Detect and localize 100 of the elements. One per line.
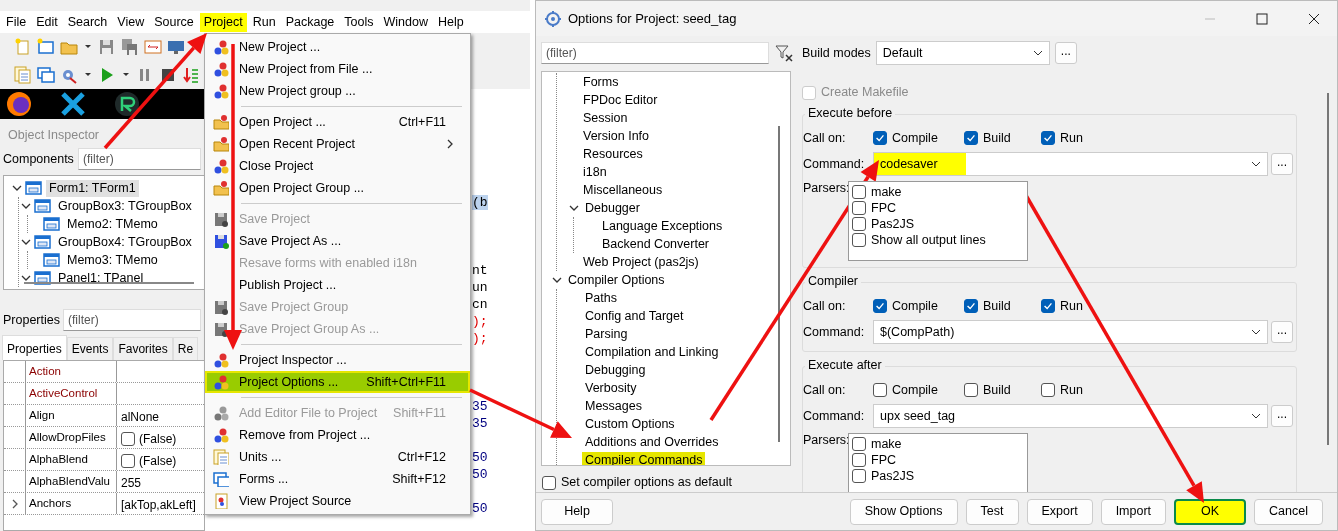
app-icon[interactable] bbox=[60, 91, 86, 117]
tree-item[interactable]: Messages bbox=[582, 397, 645, 415]
menu-item[interactable]: Project Inspector ... bbox=[205, 349, 470, 371]
caret-icon[interactable] bbox=[1251, 160, 1261, 168]
menu-item[interactable]: Units ... Ctrl+F12 bbox=[205, 446, 470, 468]
collapse-icon[interactable] bbox=[12, 183, 22, 193]
clear-filter-icon[interactable] bbox=[774, 43, 794, 63]
menu-item[interactable]: Close Project bbox=[205, 155, 470, 177]
checkbox[interactable] bbox=[542, 475, 556, 490]
help-button[interactable]: Help bbox=[541, 498, 613, 525]
tree-item[interactable]: Parsing bbox=[582, 325, 631, 343]
checkbox[interactable] bbox=[964, 131, 978, 145]
scrollbar[interactable] bbox=[1327, 93, 1329, 445]
tree-item[interactable]: i18n bbox=[580, 163, 610, 181]
tree-item[interactable]: FPDoc Editor bbox=[580, 91, 661, 109]
tree-item[interactable]: GroupBox4: TGroupBox bbox=[55, 233, 195, 251]
more-button[interactable]: ... bbox=[1271, 405, 1293, 427]
menu-item[interactable]: Search bbox=[63, 12, 112, 32]
menu-item[interactable]: Project bbox=[199, 12, 247, 32]
checkbox-label[interactable]: Compile bbox=[892, 130, 938, 146]
app-icon[interactable] bbox=[114, 91, 140, 117]
collapse-icon[interactable] bbox=[21, 273, 31, 283]
checkbox[interactable] bbox=[1041, 299, 1055, 313]
monitor-icon[interactable] bbox=[167, 38, 185, 56]
checkbox[interactable] bbox=[964, 383, 978, 397]
caret-icon[interactable] bbox=[1251, 412, 1261, 420]
more-button[interactable]: ... bbox=[1054, 42, 1077, 64]
checkbox-label[interactable]: Compile bbox=[892, 298, 938, 314]
checkbox-label[interactable]: Run bbox=[1060, 130, 1083, 146]
tab[interactable]: Properties bbox=[2, 334, 67, 360]
checkbox[interactable] bbox=[1041, 383, 1055, 397]
dialog-button[interactable]: OK bbox=[1174, 498, 1247, 525]
menu-item[interactable]: Run bbox=[248, 12, 280, 32]
tab[interactable]: Re bbox=[172, 336, 199, 360]
dialog-button[interactable]: Export bbox=[1026, 498, 1093, 525]
command-field[interactable]: codesaver bbox=[873, 152, 1268, 176]
checkbox-label[interactable]: Pas2JS bbox=[871, 468, 915, 484]
menu-item[interactable]: Edit bbox=[32, 12, 62, 32]
checkbox[interactable] bbox=[873, 383, 887, 397]
tree-item[interactable]: Paths bbox=[582, 289, 620, 307]
app-icon[interactable] bbox=[6, 91, 32, 117]
menu-item[interactable]: Source bbox=[150, 12, 198, 32]
maximize-icon[interactable] bbox=[1254, 10, 1270, 27]
save-icon[interactable] bbox=[98, 38, 116, 56]
dialog-button[interactable]: Cancel bbox=[1254, 498, 1323, 525]
menu-item[interactable]: Package bbox=[281, 12, 339, 32]
step-into-icon[interactable] bbox=[182, 66, 200, 84]
checkbox-label[interactable]: Run bbox=[1060, 382, 1083, 398]
tree-item[interactable]: Debugging bbox=[582, 361, 649, 379]
tree-item[interactable]: Form1: TForm1 bbox=[46, 179, 139, 197]
tree-item[interactable]: Config and Target bbox=[582, 307, 687, 325]
filter-field[interactable]: (filter) bbox=[541, 42, 769, 64]
checkbox[interactable] bbox=[121, 432, 135, 446]
scrollbar[interactable] bbox=[778, 126, 780, 442]
caret-icon[interactable] bbox=[1251, 328, 1261, 336]
tree-item[interactable]: Compiler Options bbox=[565, 271, 668, 289]
checkbox[interactable] bbox=[852, 201, 866, 215]
tree-item[interactable]: Panel1: TPanel bbox=[55, 269, 147, 287]
checkbox-label[interactable]: Compile bbox=[892, 382, 938, 398]
tab[interactable]: Favorites bbox=[113, 336, 173, 360]
tree-item[interactable]: Resources bbox=[580, 145, 646, 163]
checkbox[interactable] bbox=[852, 233, 866, 247]
checkbox-label[interactable]: Pas2JS bbox=[871, 216, 915, 232]
checkbox-label[interactable]: FPC bbox=[871, 452, 896, 468]
more-button[interactable]: ... bbox=[1271, 321, 1293, 343]
scrollbar[interactable] bbox=[24, 282, 194, 284]
checkbox-label[interactable]: FPC bbox=[871, 200, 896, 216]
command-field[interactable]: $(CompPath) bbox=[873, 320, 1268, 344]
checkbox-label[interactable]: Build bbox=[983, 382, 1011, 398]
filter-field[interactable]: (filter) bbox=[63, 309, 201, 331]
checkbox[interactable] bbox=[873, 131, 887, 145]
tree-item[interactable]: Forms bbox=[580, 73, 622, 91]
dropdown[interactable]: Default bbox=[875, 41, 1050, 65]
menu-item[interactable]: Window bbox=[379, 12, 432, 32]
checkbox[interactable] bbox=[852, 469, 866, 483]
checkbox-label[interactable]: make bbox=[871, 184, 902, 200]
checkbox-label[interactable]: make bbox=[871, 436, 902, 452]
more-button[interactable]: ... bbox=[1271, 153, 1293, 175]
windows-icon[interactable] bbox=[37, 66, 55, 84]
menu-item[interactable]: Tools bbox=[340, 12, 378, 32]
menu-item[interactable]: Open Project ... Ctrl+F11 bbox=[205, 111, 470, 133]
checkbox[interactable] bbox=[852, 453, 866, 467]
menu-item[interactable]: Open Recent Project bbox=[205, 133, 470, 155]
tree-item[interactable]: Web Project (pas2js) bbox=[580, 253, 702, 271]
tree-item[interactable]: Memo3: TMemo bbox=[64, 251, 161, 269]
menu-item[interactable]: Help bbox=[433, 12, 468, 32]
tree-item[interactable]: Verbosity bbox=[582, 379, 640, 397]
checkbox[interactable] bbox=[873, 299, 887, 313]
menu-item[interactable]: New Project group ... bbox=[205, 80, 470, 102]
menu-item[interactable]: File bbox=[2, 12, 31, 32]
new-form-icon[interactable] bbox=[37, 38, 55, 56]
checkbox-label[interactable]: Build bbox=[983, 298, 1011, 314]
tab[interactable]: Events bbox=[66, 336, 114, 360]
command-field[interactable]: upx seed_tag bbox=[873, 404, 1268, 428]
menu-item[interactable]: Project Options ... Shift+Ctrl+F11 bbox=[205, 371, 470, 393]
checkbox-label[interactable]: Set compiler options as default bbox=[561, 475, 732, 490]
tree-item[interactable]: Compilation and Linking bbox=[582, 343, 722, 361]
caret-icon[interactable] bbox=[1032, 49, 1043, 57]
menu-item[interactable]: Remove from Project ... bbox=[205, 424, 470, 446]
tree-item[interactable]: Miscellaneous bbox=[580, 181, 666, 199]
